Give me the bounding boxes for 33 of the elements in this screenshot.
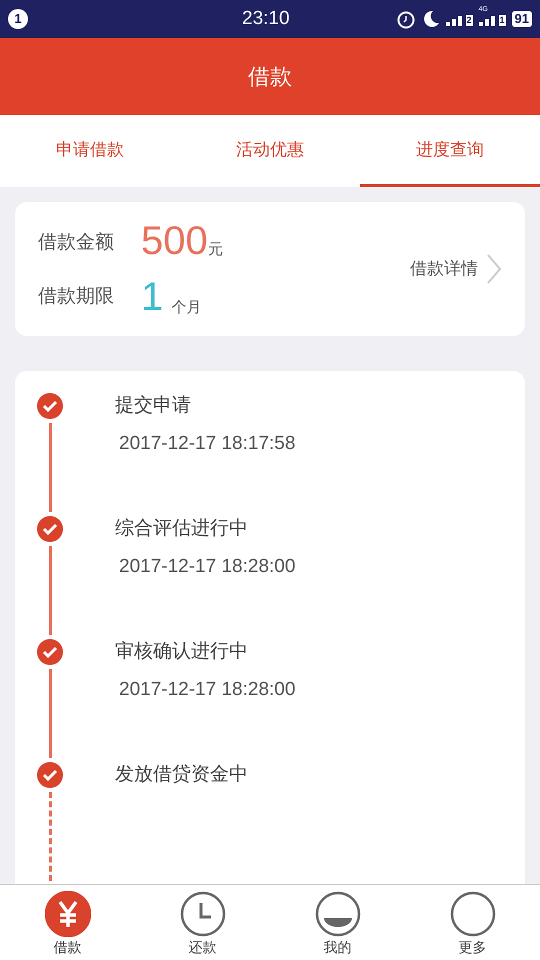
- nav-tab[interactable]: 我的: [270, 885, 405, 960]
- yuan-icon: [44, 891, 90, 937]
- page-title: 借款: [248, 63, 292, 91]
- step-title: 综合评估进行中: [115, 517, 249, 541]
- sim-label: 2: [466, 15, 473, 26]
- clock-icon: [180, 891, 226, 937]
- battery-indicator: 91: [512, 11, 532, 27]
- term-label: 借款期限: [38, 284, 115, 308]
- clock-time: 23:10: [242, 6, 290, 31]
- notification-badge: 1: [8, 9, 28, 29]
- step-time: 2017-12-17 18:28:00: [119, 555, 296, 579]
- step-time: 2017-12-17 18:17:58: [119, 432, 296, 456]
- nav-tab[interactable]: 更多: [405, 885, 540, 960]
- sim-label: 1: [498, 15, 506, 26]
- step-title: 审核确认进行中: [115, 640, 249, 664]
- tab[interactable]: 活动优惠: [180, 115, 360, 187]
- nav-tab[interactable]: 借款: [0, 885, 135, 960]
- moon-icon: [422, 10, 440, 28]
- tab[interactable]: 申请借款: [0, 115, 180, 187]
- tab[interactable]: 进度查询: [360, 115, 540, 187]
- step-time: 2017-12-17 18:28:00: [119, 678, 296, 702]
- loan-amount: 500: [141, 218, 208, 265]
- amount-unit: 元: [208, 240, 223, 260]
- amount-label: 借款金额: [38, 230, 115, 254]
- nav-tab[interactable]: 还款: [135, 885, 270, 960]
- alarm-icon: [396, 9, 416, 29]
- profile-icon: [314, 891, 360, 937]
- step-title: 发放借贷资金中: [115, 763, 248, 787]
- step-title: 提交申请: [115, 394, 192, 418]
- details-link[interactable]: 借款详情: [410, 253, 502, 285]
- loan-term: 1: [141, 274, 164, 321]
- term-unit: 个月: [171, 298, 202, 318]
- chevron-right-icon: [486, 253, 502, 285]
